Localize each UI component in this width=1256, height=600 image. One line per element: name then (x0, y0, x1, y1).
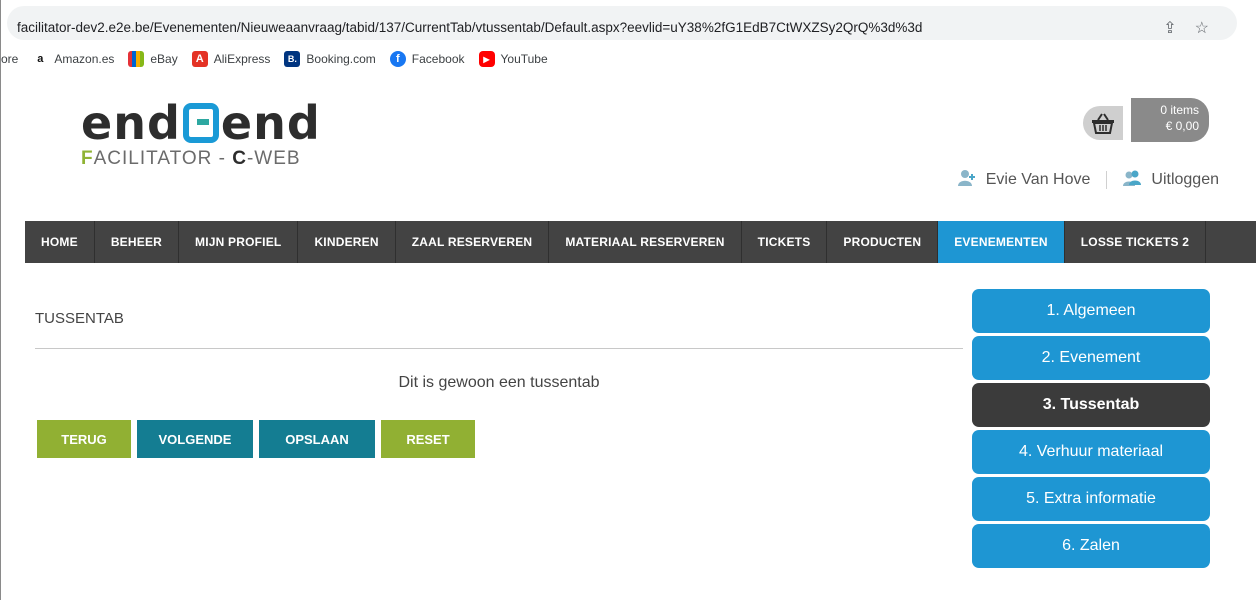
aliexpress-icon: A (191, 51, 208, 67)
nav-item-home[interactable]: HOME (25, 221, 95, 263)
site-logo[interactable]: end end FACILITATOR - C-WEB (81, 100, 321, 170)
amazon-icon: a (37, 53, 44, 65)
step-tussentab[interactable]: 3. Tussentab (972, 383, 1210, 427)
step-extra-informatie[interactable]: 5. Extra informatie (972, 477, 1210, 521)
logo-sub-end: -WEB (246, 148, 301, 169)
bookmark-label: eBay (150, 52, 178, 66)
nav-item-losse-tickets-2[interactable]: LOSSE TICKETS 2 (1065, 221, 1207, 263)
bookmark-youtube[interactable]: ▶ YouTube (478, 51, 548, 67)
page-content: end end FACILITATOR - C-WEB 0 items € 0,… (25, 74, 1256, 600)
youtube-icon: ▶ (478, 51, 495, 67)
bookmark-label: Amazon.es (54, 52, 115, 66)
nav-item-beheer[interactable]: BEHEER (95, 221, 180, 263)
reset-button[interactable]: RESET (381, 420, 475, 458)
user-bar: Evie Van Hove Uitloggen (957, 170, 1219, 190)
basket-total: € 0,00 (1165, 119, 1199, 133)
wizard-steps: 1. Algemeen 2. Evenement 3. Tussentab 4.… (972, 289, 1210, 571)
tab-content-text: Dit is gewoon een tussentab (398, 374, 600, 391)
logo-text-left: end (81, 96, 181, 150)
browser-window: facilitator-dev2.e2e.be/Evenementen/Nieu… (0, 0, 1256, 600)
back-button[interactable]: TERUG (37, 420, 131, 458)
bookmark-label: Booking.com (306, 52, 376, 66)
bookmark-ebay[interactable]: e eBay (128, 51, 178, 67)
bookmark-amazon[interactable]: a Amazon.es (32, 51, 114, 67)
bookmark-item[interactable]: ore (1, 52, 18, 66)
page-title: TUSSENTAB (35, 310, 124, 327)
ebay-icon: e (128, 51, 145, 67)
users-icon (1123, 170, 1142, 190)
bookmark-label: AliExpress (213, 52, 271, 66)
user-name-link[interactable]: Evie Van Hove (986, 171, 1091, 189)
basket-icon (1083, 106, 1123, 140)
address-bar[interactable]: facilitator-dev2.e2e.be/Evenementen/Nieu… (7, 6, 1237, 40)
divider (1106, 171, 1108, 189)
nav-item-kinderen[interactable]: KINDEREN (298, 221, 396, 263)
form-buttons: TERUG VOLGENDE OPSLAAN RESET (37, 420, 475, 458)
bookmark-label: YouTube (500, 52, 548, 66)
step-zalen[interactable]: 6. Zalen (972, 524, 1210, 568)
facebook-icon: f (389, 51, 406, 67)
logo-sub-f: F (81, 148, 94, 169)
address-bar-area: facilitator-dev2.e2e.be/Evenementen/Nieu… (1, 0, 1256, 44)
logo-mark-icon (182, 103, 219, 143)
bookmarks-bar: ore a Amazon.es e eBay A AliExpress B. B… (1, 44, 1256, 74)
logo-sub-mid: ACILITATOR - (93, 148, 233, 169)
nav-item-mijn-profiel[interactable]: MIJN PROFIEL (179, 221, 299, 263)
save-button[interactable]: OPSLAAN (259, 420, 375, 458)
bookmark-aliexpress[interactable]: A AliExpress (191, 51, 271, 67)
bookmark-facebook[interactable]: f Facebook (389, 51, 465, 67)
next-button[interactable]: VOLGENDE (137, 420, 253, 458)
step-algemeen[interactable]: 1. Algemeen (972, 289, 1210, 333)
nav-item-zaal-reserveren[interactable]: ZAAL RESERVEREN (396, 221, 550, 263)
nav-item-evenementen[interactable]: EVENEMENTEN (938, 221, 1065, 263)
booking-icon: B. (284, 51, 301, 67)
bookmark-label: ore (1, 52, 19, 66)
bookmark-star-icon[interactable]: ☆ (1195, 18, 1209, 38)
share-icon[interactable]: ⇪ (1163, 18, 1176, 38)
add-user-icon (957, 170, 976, 190)
url-text[interactable]: facilitator-dev2.e2e.be/Evenementen/Nieu… (17, 20, 922, 35)
nav-item-materiaal-reserveren[interactable]: MATERIAAL RESERVEREN (549, 221, 742, 263)
basket-item-count: 0 items (1160, 103, 1199, 117)
title-divider (35, 348, 963, 349)
step-evenement[interactable]: 2. Evenement (972, 336, 1210, 380)
nav-item-tickets[interactable]: TICKETS (742, 221, 828, 263)
logo-text-right: end (220, 96, 321, 150)
nav-item-producten[interactable]: PRODUCTEN (827, 221, 939, 263)
logo-sub-c: C (232, 148, 247, 169)
logout-link[interactable]: Uitloggen (1151, 171, 1219, 189)
step-verhuur-materiaal[interactable]: 4. Verhuur materiaal (972, 430, 1210, 474)
main-navigation: HOME BEHEER MIJN PROFIEL KINDEREN ZAAL R… (25, 221, 1256, 263)
bookmark-label: Facebook (411, 52, 465, 66)
shopping-basket[interactable]: 0 items € 0,00 (1083, 98, 1209, 142)
basket-summary: 0 items € 0,00 (1131, 98, 1209, 142)
bookmark-booking[interactable]: B. Booking.com (284, 51, 376, 67)
